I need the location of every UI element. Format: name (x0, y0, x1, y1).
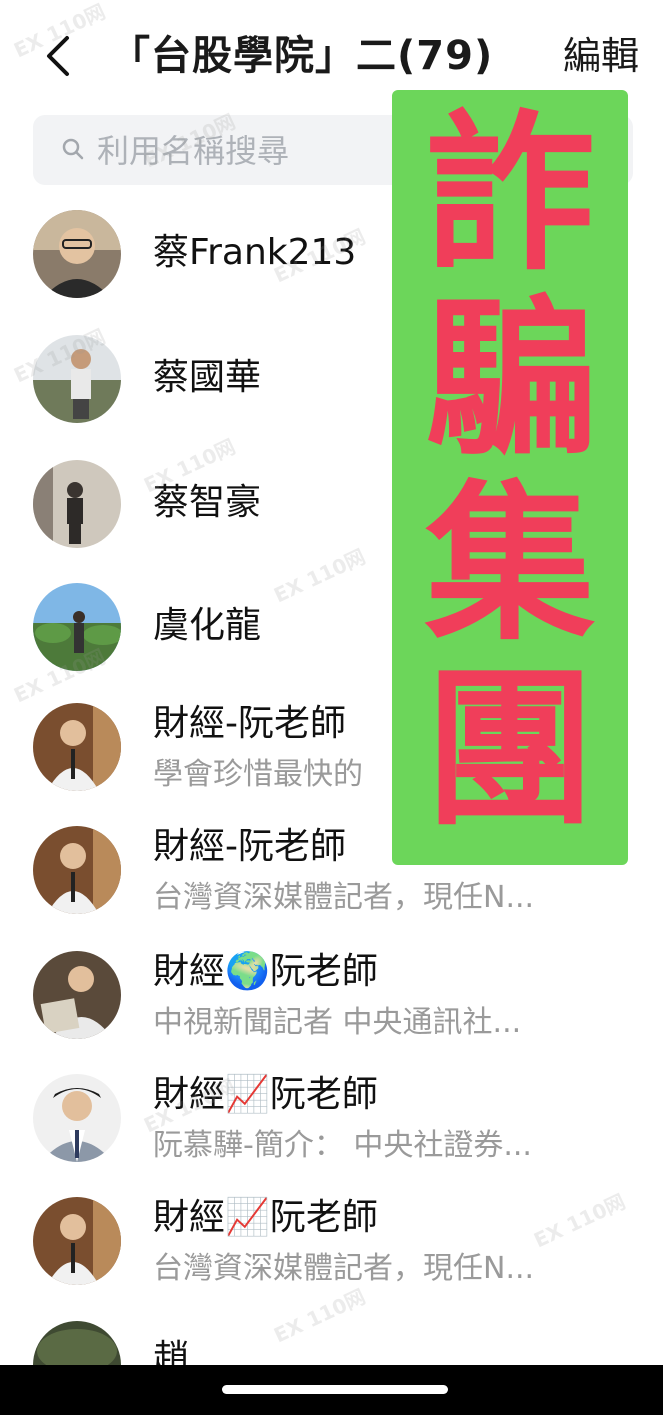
member-status: 阮慕驊-簡介： 中央社證券... (153, 1128, 532, 1163)
avatar (33, 951, 121, 1039)
member-name: 財經📈阮老師 (153, 1197, 378, 1238)
member-name: 虞化龍 (153, 605, 262, 646)
member-status: 中視新聞記者 中央通訊社... (153, 1005, 522, 1040)
group-title: 「台股學院」二(79) (110, 33, 494, 79)
overlay-char: 團 (424, 651, 595, 849)
edit-button[interactable]: 編輯 (563, 28, 639, 84)
overlay-char: 騙 (424, 281, 595, 479)
avatar (33, 826, 121, 914)
member-name: 蔡Frank213 (153, 232, 357, 273)
member-name: 財經📈阮老師 (153, 1074, 378, 1115)
list-item[interactable]: 財經📈阮老師 阮慕驊-簡介： 中央社證券... (0, 1068, 663, 1178)
avatar (33, 460, 121, 548)
avatar (33, 210, 121, 298)
overlay-char: 詐 (424, 96, 595, 294)
system-nav-bar (0, 1365, 663, 1415)
member-name: 財經🌍阮老師 (153, 951, 378, 992)
avatar (33, 1197, 121, 1285)
member-name: 蔡智豪 (153, 482, 262, 523)
member-name: 蔡國華 (153, 357, 262, 398)
member-name: 財經-阮老師 (153, 703, 346, 744)
avatar (33, 583, 121, 671)
member-status: 台灣資深媒體記者，現任N... (153, 880, 535, 915)
list-item[interactable]: 財經📈阮老師 台灣資深媒體記者，現任N... (0, 1191, 663, 1301)
member-name: 財經-阮老師 (153, 826, 346, 867)
avatar (33, 703, 121, 791)
chevron-left-icon (47, 36, 69, 76)
back-button[interactable] (38, 28, 78, 84)
list-item[interactable]: 財經🌍阮老師 中視新聞記者 中央通訊社... (0, 945, 663, 1055)
avatar (33, 1074, 121, 1162)
scam-warning-overlay: 詐 騙 集 團 (392, 90, 628, 865)
search-icon (62, 138, 84, 160)
overlay-char: 集 (424, 466, 595, 664)
home-indicator[interactable] (222, 1385, 448, 1394)
avatar (33, 335, 121, 423)
member-status: 台灣資深媒體記者，現任N... (153, 1251, 535, 1286)
